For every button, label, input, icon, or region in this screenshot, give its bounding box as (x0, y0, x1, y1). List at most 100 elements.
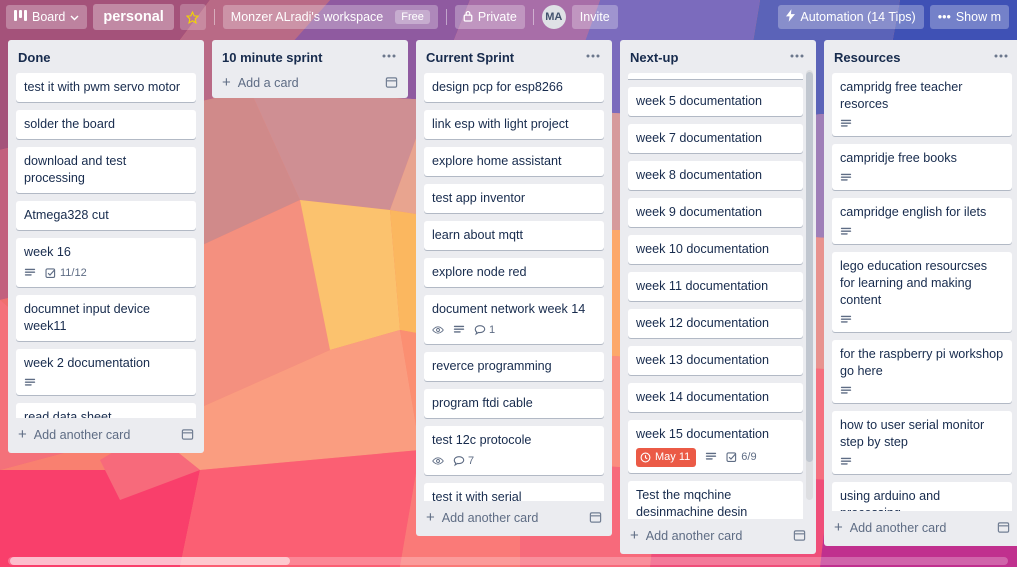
card[interactable]: lego education resourcses for learning a… (832, 252, 1012, 332)
card-title: test it with serial comunication (432, 489, 522, 501)
template-icon[interactable] (793, 529, 806, 542)
card[interactable]: Atmega328 cut (16, 201, 196, 230)
card[interactable]: program ftdi cable (424, 388, 604, 418)
add-card-label: Add another card (33, 427, 131, 442)
header-divider-1 (213, 9, 215, 25)
list-title[interactable]: 10 minute sprint (222, 50, 378, 65)
card-title: link esp with light project (432, 117, 569, 131)
invite-button[interactable]: Invite (571, 5, 618, 29)
template-icon[interactable] (181, 428, 194, 441)
card-title: week 11 documentation (636, 279, 769, 293)
add-card-button[interactable]: + Add a card (212, 73, 408, 101)
star-icon[interactable] (179, 4, 206, 30)
card[interactable]: learn about mqtt (424, 221, 604, 250)
card-badges: 11/12 (24, 266, 188, 281)
card[interactable]: week 16 11/12 (16, 238, 196, 287)
card-title: read data sheet (24, 409, 112, 418)
automation-button[interactable]: Automation (14 Tips) (778, 5, 924, 29)
checklist-count: 11/12 (60, 267, 87, 279)
card[interactable]: solder the board (16, 110, 196, 139)
visibility-button[interactable]: Private (454, 5, 525, 29)
list-title[interactable]: Current Sprint (426, 50, 582, 65)
card-title: explore node red (432, 265, 527, 279)
card[interactable]: campridge english for ilets (832, 198, 1012, 244)
list-menu-icon[interactable] (990, 52, 1012, 64)
card[interactable]: for the raspberry pi workshop go here (832, 340, 1012, 403)
card[interactable]: link esp with light project (424, 110, 604, 139)
card[interactable]: week 12 documentation (628, 309, 803, 338)
card[interactable]: week 5 documentation (628, 87, 803, 116)
card[interactable]: week 13 documentation (628, 346, 803, 375)
card[interactable]: test 12c protocole 7 (424, 425, 604, 475)
list-scrollbar[interactable] (806, 70, 813, 500)
card[interactable]: campridje free books (832, 144, 1012, 190)
comments-count: 7 (468, 454, 475, 467)
card[interactable]: week 11 documentation (628, 272, 803, 301)
list-next-up: Next-up week 5 documentation week 7 docu… (620, 40, 816, 554)
card[interactable]: week 9 documentation (628, 198, 803, 227)
card[interactable]: test it with pwm servo motor (16, 73, 196, 102)
add-card-button[interactable]: + Add another card (416, 501, 612, 536)
partial-card-top[interactable] (628, 73, 803, 79)
card[interactable]: document network week 14 1 (424, 295, 604, 344)
board-horizontal-scrollbar[interactable] (0, 556, 1017, 567)
card[interactable]: explore node red (424, 258, 604, 287)
workspace-button[interactable]: Monzer ALradi's workspace Free (222, 5, 438, 29)
card[interactable]: test app inventor (424, 184, 604, 213)
show-menu-button[interactable]: ••• Show m (929, 5, 1009, 29)
board-switcher-button[interactable]: Board (6, 5, 88, 29)
card[interactable]: read data sheet (16, 402, 196, 418)
card[interactable]: documnet input device week11 (16, 294, 196, 341)
card[interactable]: week 7 documentation (628, 124, 803, 153)
card[interactable]: week 10 documentation (628, 235, 803, 264)
template-icon[interactable] (997, 521, 1010, 534)
card[interactable]: explore home assistant (424, 147, 604, 176)
watching-eye-icon (432, 324, 444, 336)
card[interactable]: Test the mqchine desinmachine desin 0/7 (628, 480, 803, 519)
description-icon (24, 377, 36, 389)
template-icon[interactable] (385, 76, 398, 89)
card[interactable]: week 2 documentation (16, 348, 196, 395)
card[interactable]: campridg free teacher resorces (832, 73, 1012, 136)
card-title: week 14 documentation (636, 390, 770, 404)
card[interactable]: download and test processing (16, 147, 196, 193)
avatar[interactable]: MA (541, 5, 566, 29)
card[interactable]: week 14 documentation (628, 383, 803, 412)
due-date-label: May 11 (655, 451, 691, 463)
list-title[interactable]: Next-up (630, 50, 786, 65)
chevron-down-icon (70, 10, 79, 24)
description-icon (840, 314, 852, 326)
list-menu-icon[interactable] (378, 52, 400, 64)
board-name[interactable]: personal (93, 4, 174, 30)
add-card-button[interactable]: + Add another card (620, 519, 816, 554)
card[interactable]: test it with serial comunication (424, 482, 604, 501)
card-title: test it with pwm servo motor (24, 80, 181, 94)
card[interactable]: how to user serial monitor step by step (832, 411, 1012, 474)
card-title: week 8 documentation (636, 168, 763, 182)
list-menu-icon[interactable] (786, 52, 808, 64)
card-title: learn about mqtt (432, 228, 524, 242)
list-header: Current Sprint (416, 40, 612, 73)
card[interactable]: using arduino and processing (832, 482, 1012, 511)
card[interactable]: reverce programming (424, 351, 604, 381)
list-title[interactable]: Resources (834, 50, 990, 65)
list-title[interactable]: Done (18, 50, 175, 65)
card[interactable]: design pcp for esp8266 (424, 73, 604, 102)
card-badges (840, 314, 1004, 326)
scrollbar-thumb[interactable] (10, 557, 290, 565)
list-cards: design pcp for esp8266 link esp with lig… (416, 73, 612, 501)
add-card-button[interactable]: + Add another card (824, 511, 1017, 546)
plus-icon: + (630, 527, 639, 544)
due-date-badge[interactable]: May 11 (636, 448, 697, 467)
card-title: campridje free books (840, 151, 957, 165)
invite-label: Invite (579, 10, 610, 24)
list-menu-icon[interactable] (582, 52, 604, 64)
add-card-button[interactable]: + Add another card (8, 418, 204, 453)
lock-icon (463, 10, 473, 25)
card[interactable]: week 8 documentation (628, 161, 803, 190)
card-badges (840, 226, 1004, 238)
checklist-badge: 11/12 (45, 266, 87, 281)
card[interactable]: week 15 documentation May 11 6/9 (628, 420, 803, 473)
list-menu-icon[interactable]: ellipsis-icon (175, 52, 196, 64)
template-icon[interactable] (589, 511, 602, 524)
